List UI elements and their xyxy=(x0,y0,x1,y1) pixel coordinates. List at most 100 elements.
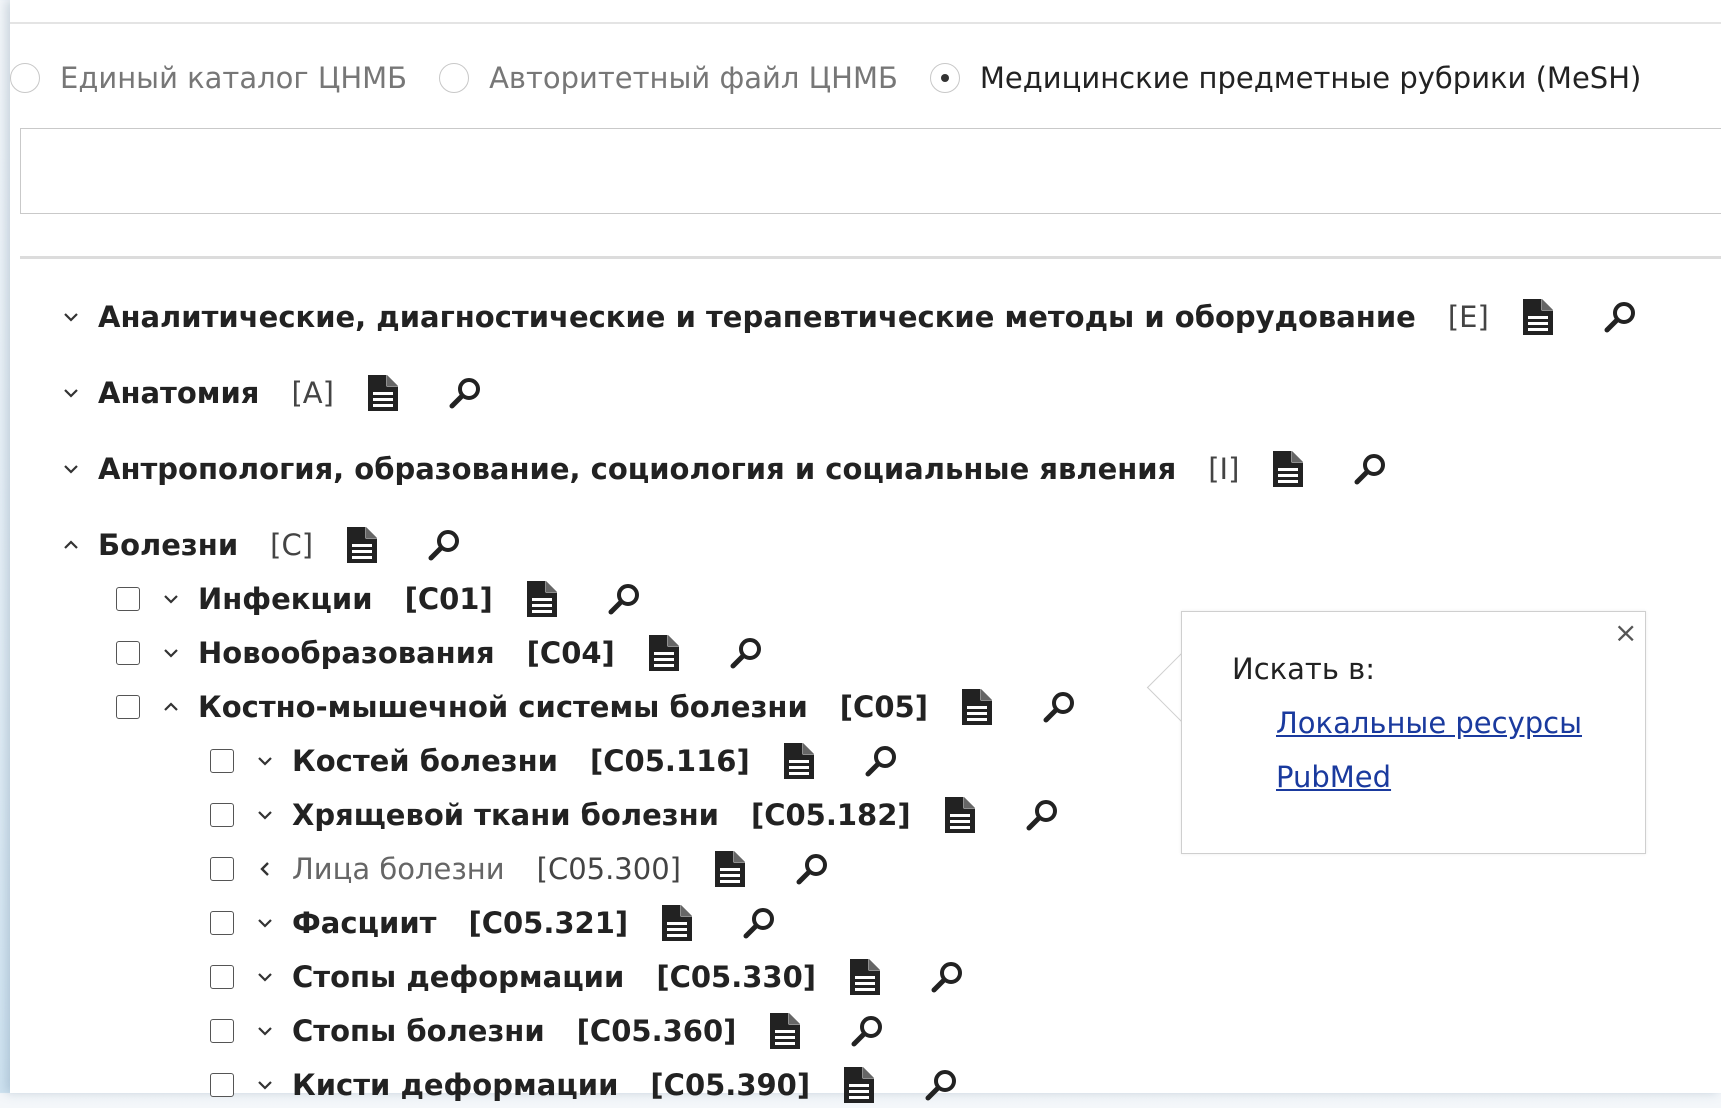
chevron-down-icon[interactable] xyxy=(254,912,276,934)
node-code: [C05.182] xyxy=(750,798,911,832)
chevron-down-icon[interactable] xyxy=(60,458,82,480)
magnifier-icon[interactable] xyxy=(448,376,482,410)
tree-node[interactable]: Инфекции [C01] xyxy=(116,576,641,622)
node-code: [C05] xyxy=(839,690,928,724)
document-icon[interactable] xyxy=(943,795,977,835)
close-icon[interactable]: × xyxy=(1614,616,1637,649)
magnifier-icon[interactable] xyxy=(795,852,829,886)
tree-node[interactable]: Болезни [C] xyxy=(60,522,461,568)
node-checkbox[interactable] xyxy=(116,641,140,665)
node-code: [C05.321] xyxy=(468,906,629,940)
chevron-left-icon[interactable] xyxy=(254,858,276,880)
document-icon[interactable] xyxy=(1271,449,1305,489)
tree-node[interactable]: Кисти деформации [C05.390] xyxy=(210,1062,958,1108)
node-title[interactable]: Болезни xyxy=(98,528,238,562)
tree-node[interactable]: Фасциит [C05.321] xyxy=(210,900,776,946)
magnifier-icon[interactable] xyxy=(1025,798,1059,832)
link-pubmed[interactable]: PubMed xyxy=(1276,760,1391,794)
tree-node[interactable]: Анатомия [A] xyxy=(60,370,482,416)
tree-node[interactable]: Новообразования [C04] xyxy=(116,630,763,676)
document-icon[interactable] xyxy=(842,1065,876,1105)
node-code: [C05.116] xyxy=(590,744,750,778)
node-title[interactable]: Антропология, образование, социология и … xyxy=(98,452,1176,486)
magnifier-icon[interactable] xyxy=(850,1014,884,1048)
chevron-down-icon[interactable] xyxy=(254,804,276,826)
tree-node[interactable]: Стопы болезни [C05.360] xyxy=(210,1008,884,1054)
magnifier-icon[interactable] xyxy=(729,636,763,670)
node-checkbox[interactable] xyxy=(210,1019,234,1043)
tree-node[interactable]: Костно-мышечной системы болезни [C05] xyxy=(116,684,1076,730)
chevron-down-icon[interactable] xyxy=(160,642,182,664)
node-title[interactable]: Лица болезни xyxy=(292,852,505,886)
node-code: [C01] xyxy=(404,582,493,616)
chevron-down-icon[interactable] xyxy=(160,588,182,610)
radio-mesh[interactable] xyxy=(929,63,960,93)
magnifier-icon[interactable] xyxy=(924,1068,958,1102)
document-icon[interactable] xyxy=(647,633,681,673)
radio-unified-catalog[interactable] xyxy=(10,63,40,93)
document-icon[interactable] xyxy=(366,373,400,413)
magnifier-icon[interactable] xyxy=(427,528,461,562)
node-code: [C] xyxy=(270,528,314,562)
chevron-down-icon[interactable] xyxy=(254,966,276,988)
document-icon[interactable] xyxy=(713,849,747,889)
document-icon[interactable] xyxy=(525,579,559,619)
radio-label-mesh[interactable]: Медицинские предметные рубрики (MeSH) xyxy=(980,61,1641,95)
tree-node[interactable]: Хрящевой ткани болезни [C05.182] xyxy=(210,792,1059,838)
node-code: [C05.360] xyxy=(576,1014,737,1048)
node-checkbox[interactable] xyxy=(210,1073,234,1097)
magnifier-icon[interactable] xyxy=(864,744,898,778)
node-title[interactable]: Аналитические, диагностические и терапев… xyxy=(98,300,1416,334)
radio-label-unified-catalog[interactable]: Единый каталог ЦНМБ xyxy=(60,61,407,95)
document-icon[interactable] xyxy=(1521,297,1555,337)
document-icon[interactable] xyxy=(345,525,379,565)
tree-node[interactable]: Лица болезни [C05.300] xyxy=(210,846,829,892)
magnifier-icon[interactable] xyxy=(1042,690,1076,724)
catalog-panel: Единый каталог ЦНМБ Авторитетный файл ЦН… xyxy=(10,0,1721,1103)
chevron-up-icon[interactable] xyxy=(160,696,182,718)
tree-node[interactable]: Костей болезни [C05.116] xyxy=(210,738,898,784)
document-icon[interactable] xyxy=(660,903,694,943)
radio-label-authority-file[interactable]: Авторитетный файл ЦНМБ xyxy=(489,61,898,95)
search-input[interactable] xyxy=(20,128,1721,214)
chevron-up-icon[interactable] xyxy=(60,534,82,556)
node-title[interactable]: Фасциит xyxy=(292,906,436,940)
node-checkbox[interactable] xyxy=(116,695,140,719)
tree-node[interactable]: Антропология, образование, социология и … xyxy=(60,446,1387,492)
chevron-down-icon[interactable] xyxy=(254,750,276,772)
node-title[interactable]: Хрящевой ткани болезни xyxy=(292,798,719,832)
node-title[interactable]: Анатомия xyxy=(98,376,259,410)
node-checkbox[interactable] xyxy=(116,587,140,611)
node-checkbox[interactable] xyxy=(210,911,234,935)
node-title[interactable]: Новообразования xyxy=(198,636,495,670)
node-code: [C05.330] xyxy=(656,960,817,994)
magnifier-icon[interactable] xyxy=(1603,300,1637,334)
document-icon[interactable] xyxy=(782,741,816,781)
magnifier-icon[interactable] xyxy=(742,906,776,940)
magnifier-icon[interactable] xyxy=(607,582,641,616)
source-radio-group: Единый каталог ЦНМБ Авторитетный файл ЦН… xyxy=(10,56,1673,100)
node-title[interactable]: Стопы болезни xyxy=(292,1014,545,1048)
node-title[interactable]: Костей болезни xyxy=(292,744,558,778)
node-title[interactable]: Стопы деформации xyxy=(292,960,624,994)
node-title[interactable]: Инфекции xyxy=(198,582,373,616)
document-icon[interactable] xyxy=(848,957,882,997)
chevron-down-icon[interactable] xyxy=(60,382,82,404)
node-title[interactable]: Костно-мышечной системы болезни xyxy=(198,690,808,724)
section-divider xyxy=(20,256,1721,259)
node-checkbox[interactable] xyxy=(210,857,234,881)
magnifier-icon[interactable] xyxy=(930,960,964,994)
node-title[interactable]: Кисти деформации xyxy=(292,1068,618,1102)
tree-node[interactable]: Аналитические, диагностические и терапев… xyxy=(60,294,1637,340)
chevron-down-icon[interactable] xyxy=(60,306,82,328)
node-checkbox[interactable] xyxy=(210,749,234,773)
link-local-resources[interactable]: Локальные ресурсы xyxy=(1276,706,1582,740)
node-checkbox[interactable] xyxy=(210,803,234,827)
document-icon[interactable] xyxy=(768,1011,802,1051)
node-checkbox[interactable] xyxy=(210,965,234,989)
chevron-down-icon[interactable] xyxy=(254,1020,276,1042)
radio-authority-file[interactable] xyxy=(439,63,470,93)
document-icon[interactable] xyxy=(960,687,994,727)
tree-node[interactable]: Стопы деформации [C05.330] xyxy=(210,954,964,1000)
magnifier-icon[interactable] xyxy=(1353,452,1387,486)
